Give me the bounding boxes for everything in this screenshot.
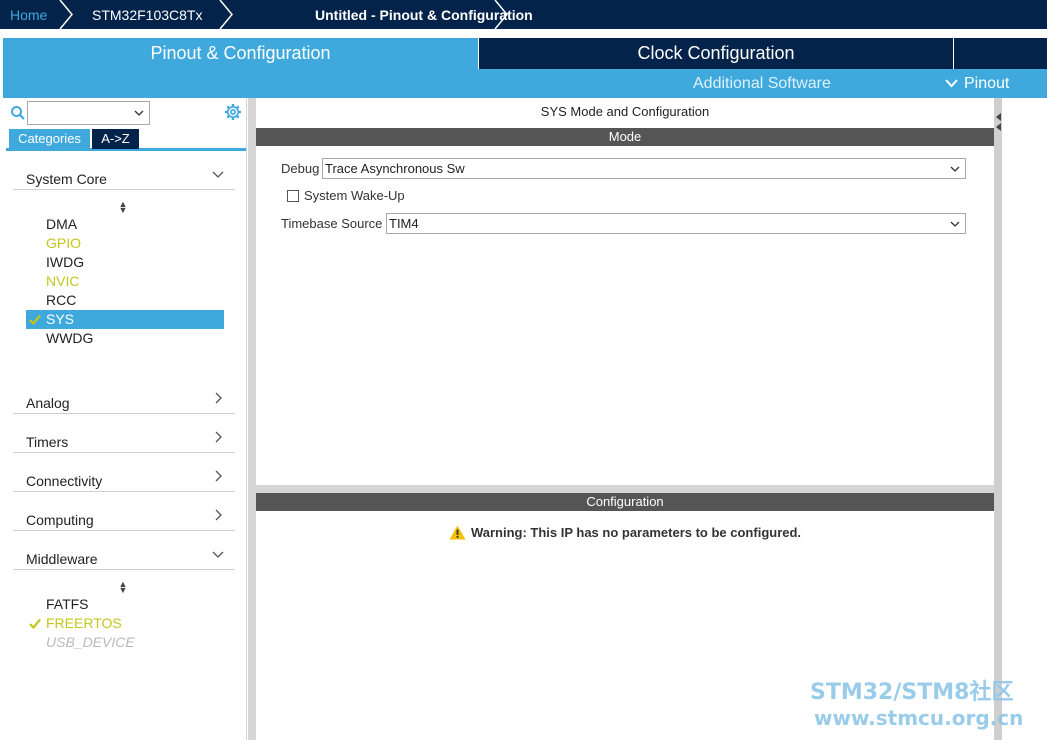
timebase-select[interactable]: TIM4	[386, 213, 966, 234]
category-label: Connectivity	[26, 472, 103, 489]
list-item-dma[interactable]: DMA	[26, 215, 224, 234]
item-label: WWDG	[46, 330, 94, 346]
breadcrumb-project[interactable]: Untitled - Pinout & Configuration	[282, 0, 567, 29]
system-wakeup-label: System Wake-Up	[304, 188, 405, 203]
chevron-down-icon	[945, 79, 958, 88]
debug-select[interactable]: Trace Asynchronous Sw	[322, 158, 966, 179]
watermark: STM32/STM8社区 www.stmcu.org.cn	[810, 680, 1047, 730]
check-icon	[29, 314, 41, 325]
category-label: System Core	[26, 170, 107, 187]
search-icon[interactable]	[10, 105, 26, 121]
tab-categories[interactable]: Categories	[9, 129, 90, 149]
mode-header: Mode	[256, 128, 994, 146]
list-item-nvic[interactable]: NVIC	[26, 272, 224, 291]
chevron-right-icon	[215, 392, 222, 404]
sort-icon[interactable]: ▲ ▼	[118, 200, 128, 215]
tab-clock-configuration[interactable]: Clock Configuration	[479, 38, 953, 69]
category-connectivity[interactable]: Connectivity	[13, 462, 235, 492]
category-timers[interactable]: Timers	[13, 423, 235, 453]
category-middleware[interactable]: Middleware	[13, 540, 235, 570]
chevron-down-icon	[212, 171, 224, 178]
warning-text: Warning: This IP has no parameters to be…	[470, 525, 802, 540]
chevron-right-icon	[215, 431, 222, 443]
breadcrumb-chevron-icon	[218, 0, 234, 29]
category-label: Computing	[26, 511, 94, 528]
system-wakeup-checkbox[interactable]	[287, 190, 299, 202]
category-label: Middleware	[26, 550, 98, 567]
watermark-line-1: STM32/STM8社区	[810, 680, 1014, 705]
timebase-select-value: TIM4	[389, 216, 419, 231]
item-label: USB_DEVICE	[46, 634, 135, 650]
tab-pinout-configuration[interactable]: Pinout & Configuration	[3, 38, 478, 69]
breadcrumb-device[interactable]: STM32F103C8Tx	[62, 0, 282, 29]
item-label: NVIC	[46, 273, 80, 289]
list-item-freertos[interactable]: FREERTOS	[26, 614, 224, 633]
debug-label: Debug	[281, 161, 320, 176]
item-label: IWDG	[46, 254, 85, 270]
category-label: Timers	[26, 433, 69, 450]
list-item-rcc[interactable]: RCC	[26, 291, 224, 310]
component-sidebar: Categories A->Z System Core ▲ ▼ DMA GPIO …	[3, 98, 247, 740]
warning-message: Warning: This IP has no parameters to be…	[256, 525, 994, 540]
page-title: SYS Mode and Configuration	[540, 104, 710, 119]
tab-project-manager[interactable]	[954, 38, 1047, 69]
breadcrumb-home[interactable]: Home	[0, 0, 62, 29]
category-analog[interactable]: Analog	[13, 384, 235, 414]
debug-select-value: Trace Asynchronous Sw	[325, 161, 465, 176]
search-input[interactable]	[27, 101, 150, 125]
chevron-down-icon	[212, 551, 224, 558]
main-content: SYS Mode and Configuration Mode Debug Tr…	[248, 98, 1047, 740]
list-item-fatfs[interactable]: FATFS	[26, 595, 224, 614]
category-system-core[interactable]: System Core	[13, 160, 235, 190]
item-label: GPIO	[46, 235, 82, 251]
timebase-label: Timebase Source	[281, 216, 383, 231]
chevron-right-icon	[215, 509, 222, 521]
sort-icon[interactable]: ▲ ▼	[118, 580, 128, 595]
list-item-iwdg[interactable]: IWDG	[26, 253, 224, 272]
item-label: FATFS	[46, 596, 89, 612]
chevron-right-icon	[215, 470, 222, 482]
search-row	[10, 101, 250, 125]
additional-software-button[interactable]: Additional Software	[693, 69, 831, 98]
collapse-panel-icon[interactable]	[995, 112, 1002, 132]
pinout-label: Pinout	[964, 75, 1010, 92]
chevron-down-icon	[950, 221, 960, 227]
list-item-sys[interactable]: SYS	[26, 310, 224, 329]
configuration-header: Configuration	[256, 493, 994, 511]
item-label: RCC	[46, 292, 77, 308]
chevron-down-icon	[134, 110, 144, 116]
check-icon	[29, 618, 41, 629]
category-computing[interactable]: Computing	[13, 501, 235, 531]
breadcrumb-chevron-icon	[493, 0, 509, 29]
chevron-down-icon	[950, 166, 960, 172]
warning-icon	[449, 525, 466, 540]
item-label: SYS	[46, 311, 75, 327]
item-label: FREERTOS	[46, 615, 122, 631]
mode-panel: SYS Mode and Configuration Mode Debug Tr…	[256, 98, 994, 485]
panel-splitter[interactable]	[994, 98, 1002, 740]
gear-icon[interactable]	[224, 103, 242, 121]
list-item-usb-device: USB_DEVICE	[26, 633, 224, 652]
list-item-wwdg[interactable]: WWDG	[26, 329, 224, 348]
category-label: Analog	[26, 394, 70, 411]
tab-a-to-z[interactable]: A->Z	[92, 129, 139, 149]
watermark-line-2: www.stmcu.org.cn	[814, 706, 1024, 730]
category-tabs: Categories A->Z	[6, 129, 246, 151]
list-item-gpio[interactable]: GPIO	[26, 234, 224, 253]
main-tabs: Pinout & Configuration Clock Configurati…	[0, 38, 1047, 69]
right-margin	[1002, 98, 1047, 740]
sub-toolbar: Additional Software Pinout	[3, 69, 1047, 98]
pinout-menu-button[interactable]: Pinout	[945, 69, 1009, 98]
breadcrumb: Home STM32F103C8Tx Untitled - Pinout & C…	[0, 0, 1047, 29]
item-label: DMA	[46, 216, 78, 232]
